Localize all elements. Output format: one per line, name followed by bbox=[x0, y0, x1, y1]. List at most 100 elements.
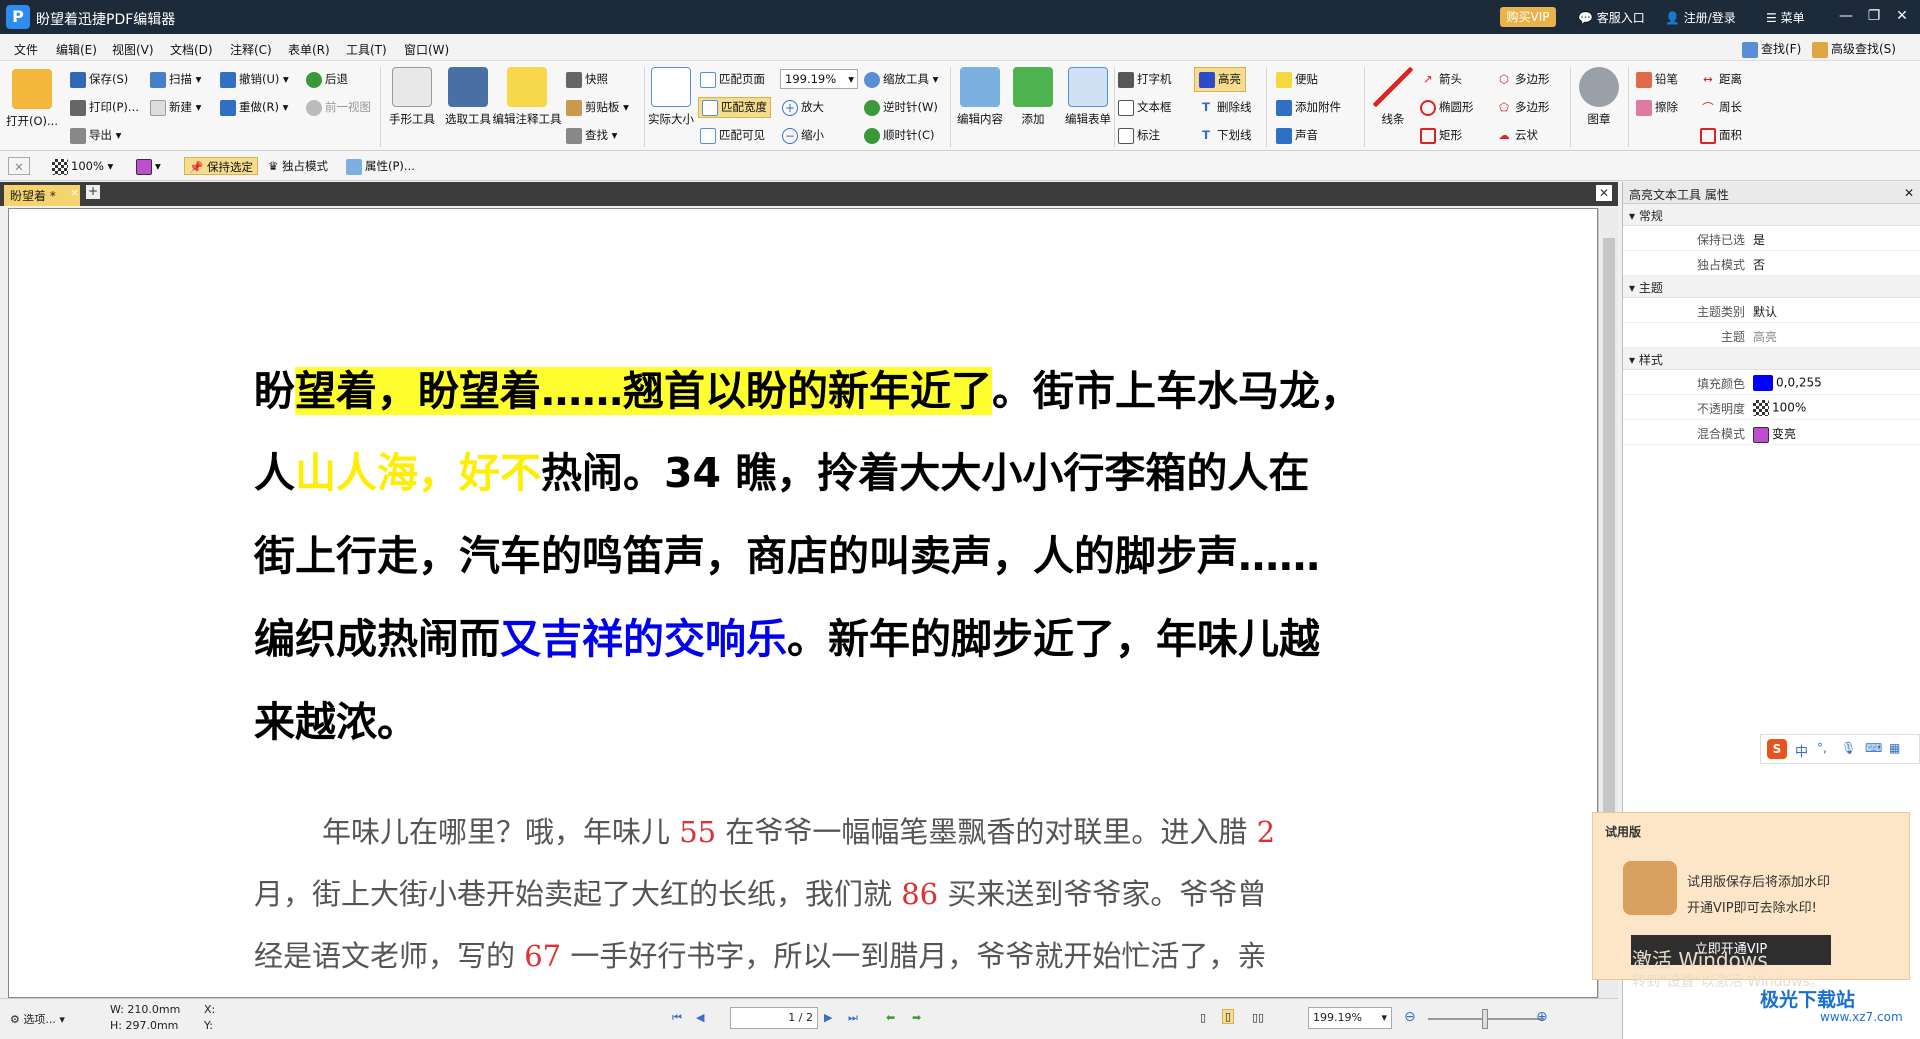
grid-icon[interactable]: ▦ bbox=[1889, 741, 1900, 755]
document-page[interactable]: 盼望着，盼望着……翘首以盼的新年近了。街市上车水马龙， 人山人海，好不热闹。34… bbox=[8, 208, 1598, 998]
find-button[interactable]: 查找(F) bbox=[1742, 40, 1801, 58]
export-button[interactable]: 导出 ▾ bbox=[70, 127, 121, 144]
ime-mode-label[interactable]: 中 bbox=[1795, 741, 1808, 760]
microphone-icon[interactable]: 🎙 bbox=[1841, 741, 1856, 755]
typewriter-button[interactable]: 打字机 bbox=[1118, 71, 1172, 88]
first-page-icon[interactable]: ⏮ bbox=[672, 1011, 682, 1025]
redo-button[interactable]: 重做(R) ▾ bbox=[220, 99, 288, 116]
ime-toolbar[interactable]: S 中 °, 🎙 ⌨ ▦ bbox=[1760, 734, 1920, 764]
opacity-property[interactable]: 100% bbox=[1753, 400, 1806, 416]
forward-view-icon[interactable]: ➡ bbox=[912, 1011, 921, 1024]
clipboard-button[interactable]: 剪贴板 ▾ bbox=[566, 99, 629, 116]
snapshot-button[interactable]: 快照 bbox=[566, 71, 608, 88]
add-button[interactable]: 添加 bbox=[1008, 67, 1058, 127]
page-number-input[interactable]: 1 / 2 bbox=[730, 1007, 818, 1029]
exclusive-mode-button[interactable]: ♛ 独占模式 bbox=[268, 157, 328, 175]
menu-tools[interactable]: 工具(T) bbox=[346, 41, 387, 58]
menu-comment[interactable]: 注释(C) bbox=[230, 41, 272, 58]
stamp-button[interactable]: 图章 bbox=[1574, 67, 1624, 127]
sound-button[interactable]: 声音 bbox=[1276, 127, 1318, 144]
property-row[interactable]: 主题类别 默认 bbox=[1623, 298, 1920, 323]
facing-page-icon[interactable]: ▯▯ bbox=[1252, 1011, 1264, 1024]
new-tab-icon[interactable]: + bbox=[86, 185, 100, 199]
property-row[interactable]: 不透明度 100% bbox=[1623, 395, 1920, 420]
edit-content-button[interactable]: 编辑内容 bbox=[952, 67, 1008, 127]
property-row[interactable]: 主题 高亮 bbox=[1623, 323, 1920, 348]
group-general[interactable]: ▾ 常规 bbox=[1623, 204, 1920, 226]
rotate-cw-button[interactable]: 顺时针(C) bbox=[864, 127, 935, 144]
fit-width-button[interactable]: 匹配宽度 bbox=[698, 97, 771, 118]
attach-button[interactable]: 添加附件 bbox=[1276, 99, 1341, 116]
menu-view[interactable]: 视图(V) bbox=[112, 41, 154, 58]
pencil-button[interactable]: 铅笔 bbox=[1636, 71, 1678, 88]
maximize-icon[interactable]: ❐ bbox=[1864, 6, 1884, 26]
scan-button[interactable]: 扫描 ▾ bbox=[150, 71, 201, 88]
strikeout-button[interactable]: T 删除线 bbox=[1198, 99, 1251, 116]
open-button[interactable]: 打开(O)... bbox=[4, 69, 60, 129]
eraser-button[interactable]: 擦除 bbox=[1636, 99, 1678, 116]
zoom-in-button[interactable]: + 放大 bbox=[782, 99, 824, 116]
rotate-ccw-button[interactable]: 逆时针(W) bbox=[864, 99, 938, 116]
hand-tool-button[interactable]: 手形工具 bbox=[384, 67, 440, 127]
zoom-slider-thumb[interactable] bbox=[1482, 1009, 1488, 1029]
edit-annot-tool-button[interactable]: 编辑注释工具 bbox=[492, 67, 562, 127]
group-style[interactable]: ▾ 样式 bbox=[1623, 348, 1920, 370]
actual-size-button[interactable]: 实际大小 bbox=[648, 67, 694, 127]
undo-button[interactable]: 撤销(U) ▾ bbox=[220, 71, 289, 88]
polygon-button[interactable]: ⬡ 多边形 bbox=[1496, 71, 1550, 88]
zoom-out-status-icon[interactable]: ⊖ bbox=[1404, 1009, 1416, 1025]
zoom-in-status-icon[interactable]: ⊕ bbox=[1536, 1009, 1548, 1025]
ellipse-button[interactable]: 椭圆形 bbox=[1420, 99, 1474, 116]
lines-button[interactable]: 线条 bbox=[1366, 67, 1420, 127]
buy-vip-button[interactable]: 购买VIP bbox=[1500, 7, 1556, 27]
panel-close-icon[interactable]: ✕ bbox=[1904, 186, 1914, 200]
menu-edit[interactable]: 编辑(E) bbox=[56, 41, 97, 58]
fit-visible-button[interactable]: 匹配可见 bbox=[700, 127, 765, 144]
callout-button[interactable]: 标注 bbox=[1118, 127, 1160, 144]
opacity-select[interactable]: 100% ▾ bbox=[52, 157, 113, 175]
rect-button[interactable]: 矩形 bbox=[1420, 127, 1462, 144]
area-button[interactable]: 面积 bbox=[1700, 127, 1742, 144]
distance-button[interactable]: ↔ 距离 bbox=[1700, 71, 1742, 88]
property-row[interactable]: 混合模式 变亮 bbox=[1623, 420, 1920, 445]
prev-view-button[interactable]: 前一视图 bbox=[306, 99, 371, 116]
edit-form-button[interactable]: 编辑表单 bbox=[1060, 67, 1116, 127]
advanced-find-button[interactable]: 高级查找(S) bbox=[1812, 40, 1896, 58]
last-page-icon[interactable]: ⏭ bbox=[848, 1011, 858, 1025]
keyboard-icon[interactable]: ⌨ bbox=[1865, 741, 1882, 755]
polyline-button[interactable]: ⬠ 多边形 bbox=[1496, 99, 1550, 116]
property-row[interactable]: 填充颜色 0,0,255 bbox=[1623, 370, 1920, 395]
properties-button[interactable]: 属性(P)... bbox=[346, 157, 415, 175]
continuous-page-icon[interactable]: ▯ bbox=[1222, 1009, 1235, 1024]
blend-select[interactable]: ▾ bbox=[136, 157, 161, 175]
underline-button[interactable]: T 下划线 bbox=[1198, 127, 1251, 144]
zoom-tool-button[interactable]: 缩放工具 ▾ bbox=[864, 71, 938, 88]
document-tab[interactable]: 盼望着 * bbox=[4, 185, 80, 206]
perimeter-button[interactable]: ⌒ 周长 bbox=[1700, 99, 1742, 116]
print-button[interactable]: 打印(P)... bbox=[70, 99, 139, 116]
zoom-select[interactable]: 199.19% ▾ bbox=[780, 69, 858, 89]
zoom-status-select[interactable]: 199.19% ▾ bbox=[1308, 1007, 1392, 1029]
main-menu-button[interactable]: ☰ 菜单 bbox=[1766, 9, 1805, 26]
keep-selected-button[interactable]: 📌 保持选定 bbox=[184, 157, 258, 175]
menu-form[interactable]: 表单(R) bbox=[288, 41, 330, 58]
blend-property[interactable]: 变亮 bbox=[1753, 425, 1796, 443]
login-button[interactable]: 👤 注册/登录 bbox=[1665, 9, 1736, 26]
menu-document[interactable]: 文档(D) bbox=[170, 41, 213, 58]
cloud-button[interactable]: ☁ 云状 bbox=[1496, 127, 1538, 144]
search-button[interactable]: 查找 ▾ bbox=[566, 127, 617, 144]
tab-close-icon[interactable]: × bbox=[70, 186, 79, 199]
close-document-icon[interactable]: ✕ bbox=[1596, 185, 1612, 201]
cancel-icon[interactable]: ✕ bbox=[8, 157, 30, 175]
textbox-button[interactable]: 文本框 bbox=[1118, 99, 1172, 116]
minimize-icon[interactable]: — bbox=[1836, 6, 1856, 26]
zoom-out-button[interactable]: − 缩小 bbox=[782, 127, 824, 144]
options-button[interactable]: ⚙ 选项... ▾ bbox=[10, 1011, 65, 1027]
punctuation-icon[interactable]: °, bbox=[1817, 741, 1827, 755]
single-page-icon[interactable]: ▯ bbox=[1200, 1011, 1206, 1024]
save-button[interactable]: 保存(S) bbox=[70, 71, 128, 88]
property-row[interactable]: 独占模式否 bbox=[1623, 251, 1920, 276]
fill-color-value[interactable]: 0,0,255 bbox=[1753, 375, 1822, 391]
back-view-icon[interactable]: ⬅ bbox=[886, 1011, 895, 1024]
close-icon[interactable]: ✕ bbox=[1892, 6, 1912, 26]
